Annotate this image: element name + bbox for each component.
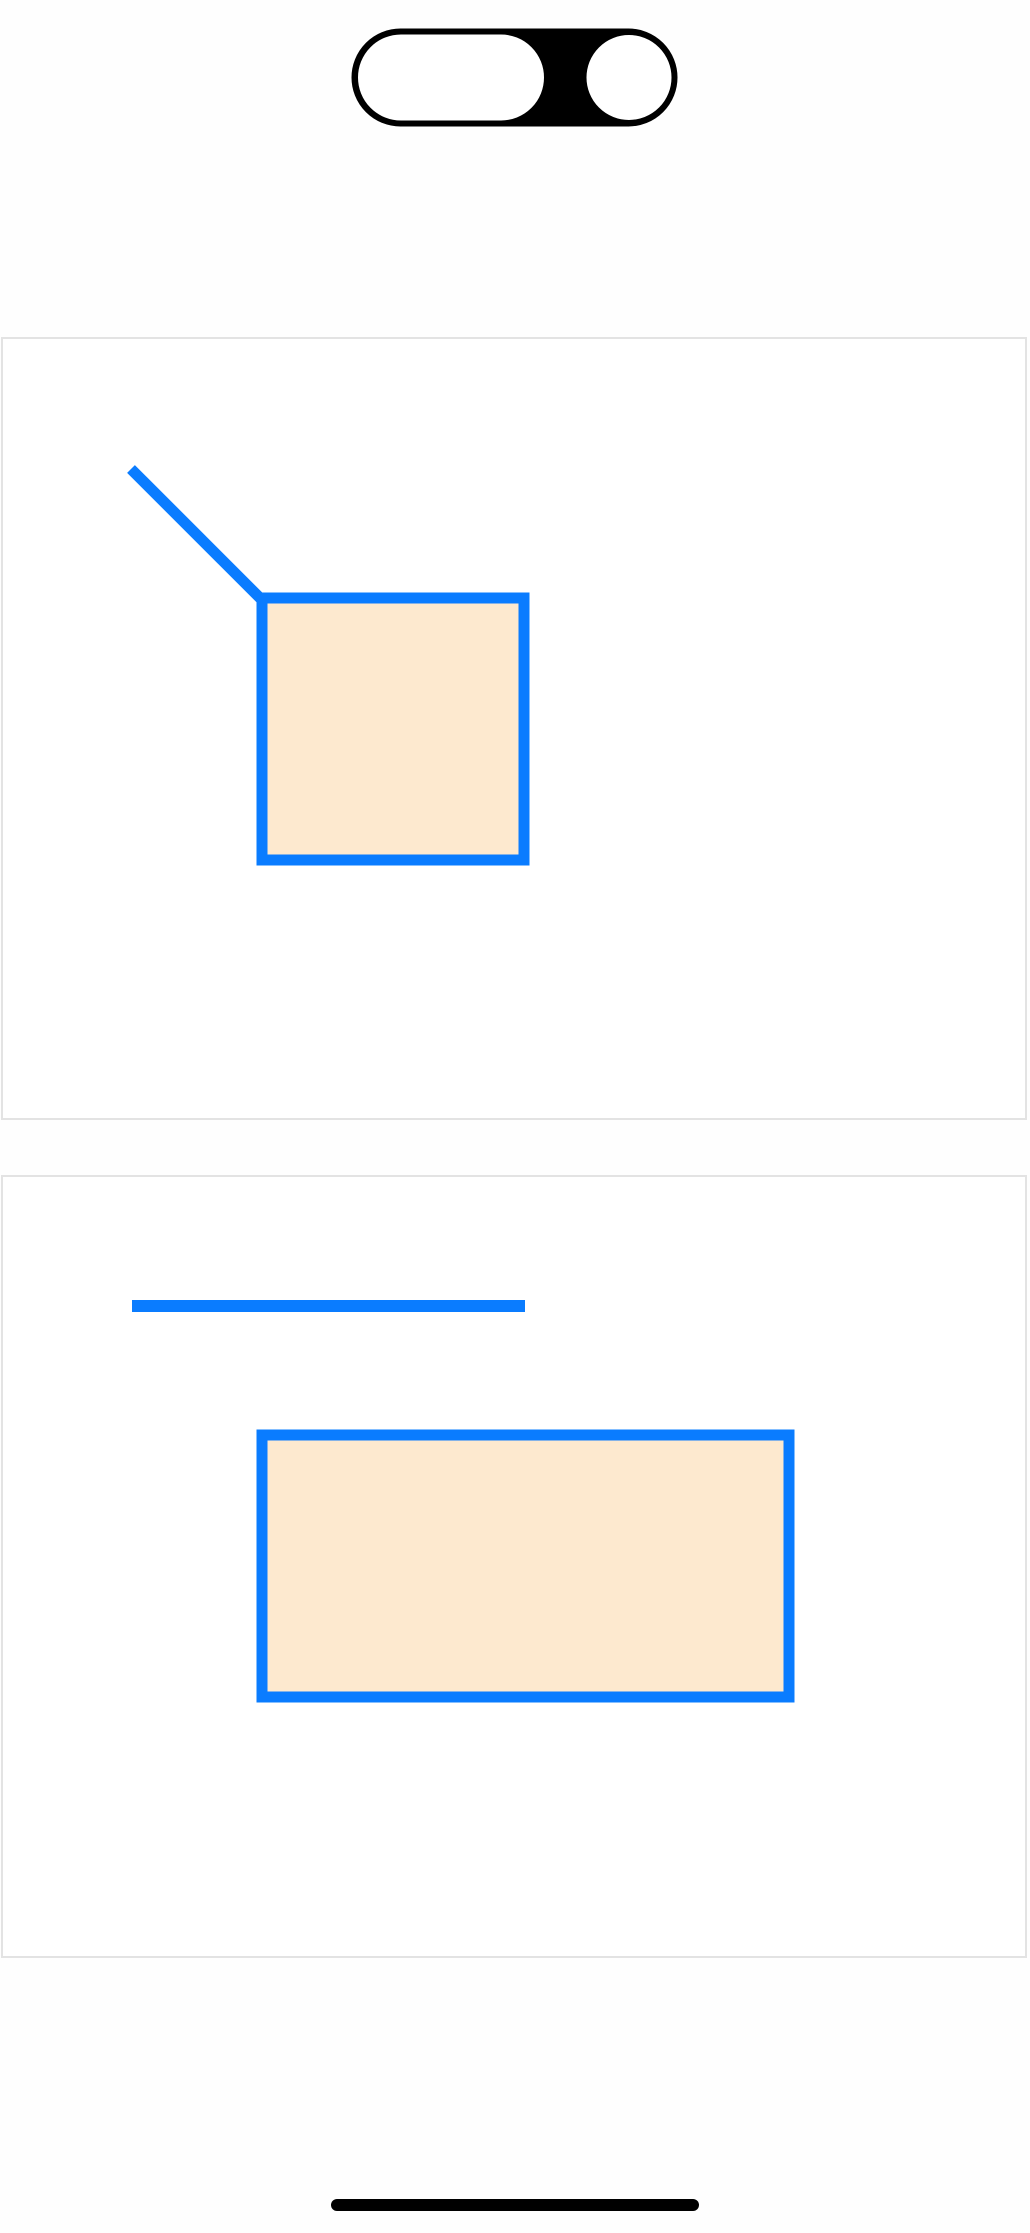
rectangle-shape[interactable] (256, 1429, 795, 1703)
home-indicator-bar[interactable] (331, 2199, 699, 2211)
toggle-pill-icon (351, 28, 678, 127)
diagram-panel-top (1, 337, 1027, 1120)
status-toggle[interactable] (351, 28, 678, 127)
diagram-canvas-top (127, 465, 530, 866)
square-shape[interactable] (256, 592, 530, 866)
diagram-canvas-bottom (132, 1300, 795, 1703)
toggle-knob (583, 32, 675, 123)
diagram-panel-bottom (1, 1175, 1027, 1958)
diagonal-connector-line[interactable] (127, 465, 267, 605)
toggle-left-segment (355, 31, 547, 124)
